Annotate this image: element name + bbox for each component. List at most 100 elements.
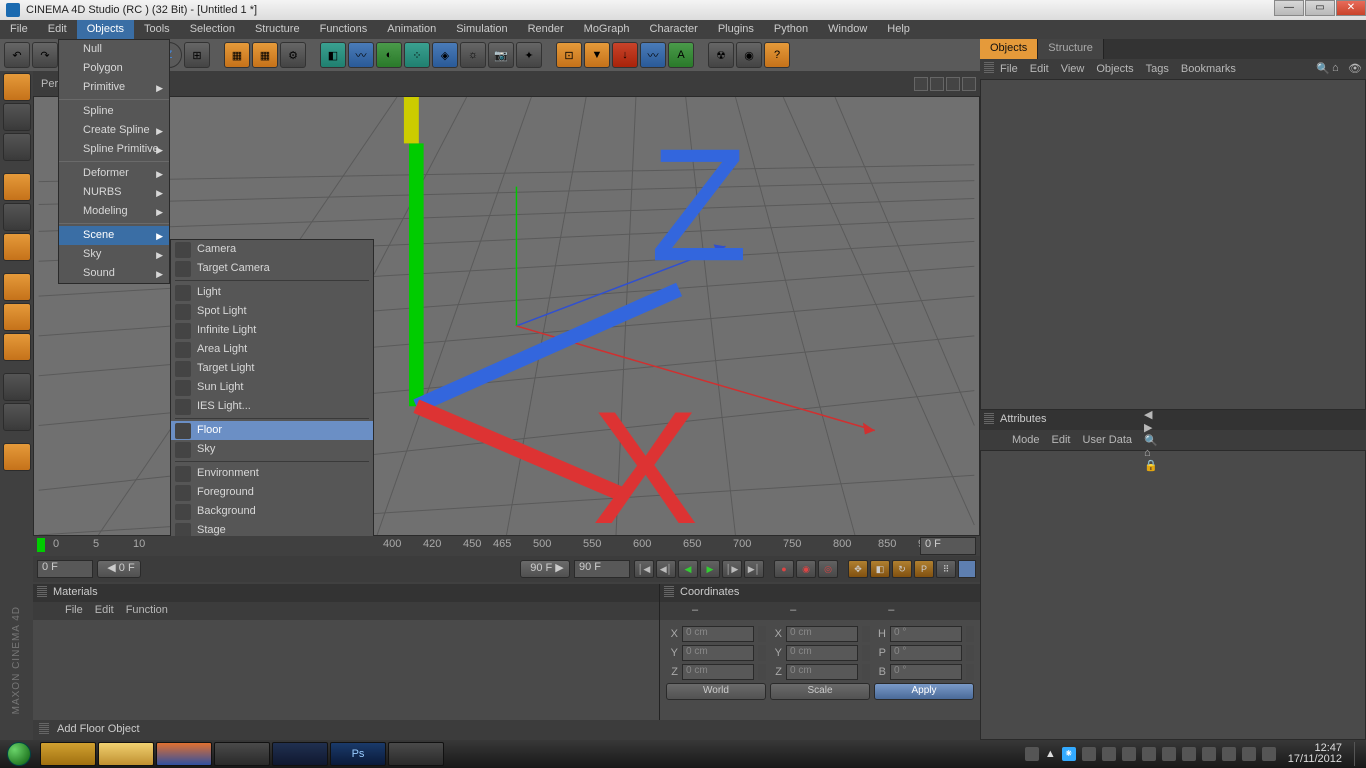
submenuitem-sky[interactable]: Sky [171,440,373,459]
end-frame-field[interactable]: 0 F [920,537,976,555]
texture-mode[interactable] [3,203,31,231]
task-photoshop[interactable]: Ps [330,742,386,766]
tray-battery-icon[interactable] [1222,747,1236,761]
character-tool[interactable]: A [668,42,694,68]
key-param[interactable]: P [914,560,934,578]
back-icon[interactable]: ◀ [1144,408,1158,421]
submenuitem-environment[interactable]: Environment [171,464,373,483]
coord-field[interactable]: 0 cm [786,645,858,661]
menuitem-nurbs[interactable]: NURBS▶ [59,183,169,202]
submenuitem-floor[interactable]: Floor [171,421,373,440]
attr-userdata[interactable]: User Data [1083,434,1133,446]
goto-end[interactable]: ▶│ [744,560,764,578]
render-settings[interactable]: ⚙ [280,42,306,68]
menu-window[interactable]: Window [818,20,877,39]
menu-objects[interactable]: Objects [77,20,134,39]
goto-start[interactable]: │◀ [634,560,654,578]
attributes-body[interactable] [980,450,1366,740]
menuitem-primitive[interactable]: Primitive▶ [59,78,169,97]
menu-structure[interactable]: Structure [245,20,310,39]
start-button[interactable] [0,740,38,768]
lt-check[interactable] [3,373,31,401]
menu-edit[interactable]: Edit [38,20,77,39]
range-end[interactable]: 90 F [574,560,630,578]
tray-clock[interactable]: 12:4717/11/2012 [1282,743,1348,765]
mat-edit[interactable]: Edit [95,604,114,618]
tray-icon[interactable] [1025,747,1039,761]
menuitem-sky[interactable]: Sky▶ [59,245,169,264]
time-ruler[interactable]: 0 5 10 400 420 450 465 500 550 600 650 7… [33,536,980,556]
menu-help[interactable]: Help [877,20,920,39]
lt2[interactable] [3,103,31,131]
submenuitem-camera[interactable]: Camera [171,240,373,259]
menu-file[interactable]: File [0,20,38,39]
task-winamp[interactable] [40,742,96,766]
task-firefox[interactable] [156,742,212,766]
lt-check2[interactable] [3,403,31,431]
vp-pan-icon[interactable] [914,77,928,91]
coord-field[interactable]: 0 cm [682,664,754,680]
prev-key[interactable]: ◀ 0 F [97,560,141,578]
key-rot[interactable]: ↻ [892,560,912,578]
nurbs-tool[interactable]: ◐ [376,42,402,68]
menu-mograph[interactable]: MoGraph [574,20,640,39]
key-opts[interactable]: ◎ [818,560,838,578]
menuitem-deformer[interactable]: Deformer▶ [59,164,169,183]
menu-simulation[interactable]: Simulation [446,20,517,39]
task-explorer[interactable] [98,742,154,766]
menuitem-scene[interactable]: Scene▶ [59,226,169,245]
home-icon[interactable]: ⌂ [1332,62,1346,76]
environment-tool[interactable]: ☼ [460,42,486,68]
live-select[interactable] [3,73,31,101]
tray-volume-icon[interactable] [1262,747,1276,761]
task-c4d[interactable] [272,742,328,766]
edge-mode[interactable] [3,303,31,331]
task-notepad[interactable] [388,742,444,766]
record-key[interactable]: ● [774,560,794,578]
attr-lock-icon[interactable]: 🔒 [1144,459,1158,472]
submenuitem-foreground[interactable]: Foreground [171,483,373,502]
current-frame[interactable]: 0 F [37,560,93,578]
submenuitem-light[interactable]: Light [171,283,373,302]
tray-network-icon[interactable] [1242,747,1256,761]
vp-rotate-icon[interactable] [946,77,960,91]
submenuitem-background[interactable]: Background [171,502,373,521]
timeline-layout[interactable] [958,560,976,578]
world-dropdown[interactable]: World [666,683,766,700]
coord-system[interactable]: ⊞ [184,42,210,68]
attr-home-icon[interactable]: ⌂ [1144,447,1158,459]
extra-tool[interactable]: ◉ [736,42,762,68]
coord-field[interactable]: 0 cm [682,626,754,642]
mat-function[interactable]: Function [126,604,168,618]
tray-icon5[interactable] [1142,747,1156,761]
coord-field[interactable]: 0 ° [890,664,962,680]
menuitem-null[interactable]: Null [59,40,169,59]
render-view[interactable]: ▦ [224,42,250,68]
undo-button[interactable]: ↶ [4,42,30,68]
vp-zoom-icon[interactable] [930,77,944,91]
attr-search-icon[interactable]: 🔍 [1144,434,1158,447]
search-icon[interactable]: 🔍 [1316,62,1330,76]
eye-icon[interactable]: 👁 [1348,62,1362,76]
play-back[interactable]: ◀ [678,560,698,578]
help-button[interactable]: ? [764,42,790,68]
obj-tags[interactable]: Tags [1146,63,1169,75]
array-tool[interactable]: ⁘ [404,42,430,68]
attr-edit[interactable]: Edit [1052,434,1071,446]
menu-animation[interactable]: Animation [377,20,446,39]
close-button[interactable]: ✕ [1336,0,1366,16]
step-back[interactable]: ◀│ [656,560,676,578]
tray-icon3[interactable] [1102,747,1116,761]
key-pos[interactable]: ✥ [848,560,868,578]
effector-tool[interactable]: ▼ [584,42,610,68]
obj-file[interactable]: File [1000,63,1018,75]
camera-tool[interactable]: 📷 [488,42,514,68]
lt3[interactable] [3,133,31,161]
menu-python[interactable]: Python [764,20,818,39]
light-tool[interactable]: ✦ [516,42,542,68]
menu-render[interactable]: Render [518,20,574,39]
coord-field[interactable]: 0 cm [786,664,858,680]
coord-field[interactable]: 0 cm [786,626,858,642]
tray-bt-icon[interactable]: ⁕ [1062,747,1076,761]
obj-bookmarks[interactable]: Bookmarks [1181,63,1236,75]
